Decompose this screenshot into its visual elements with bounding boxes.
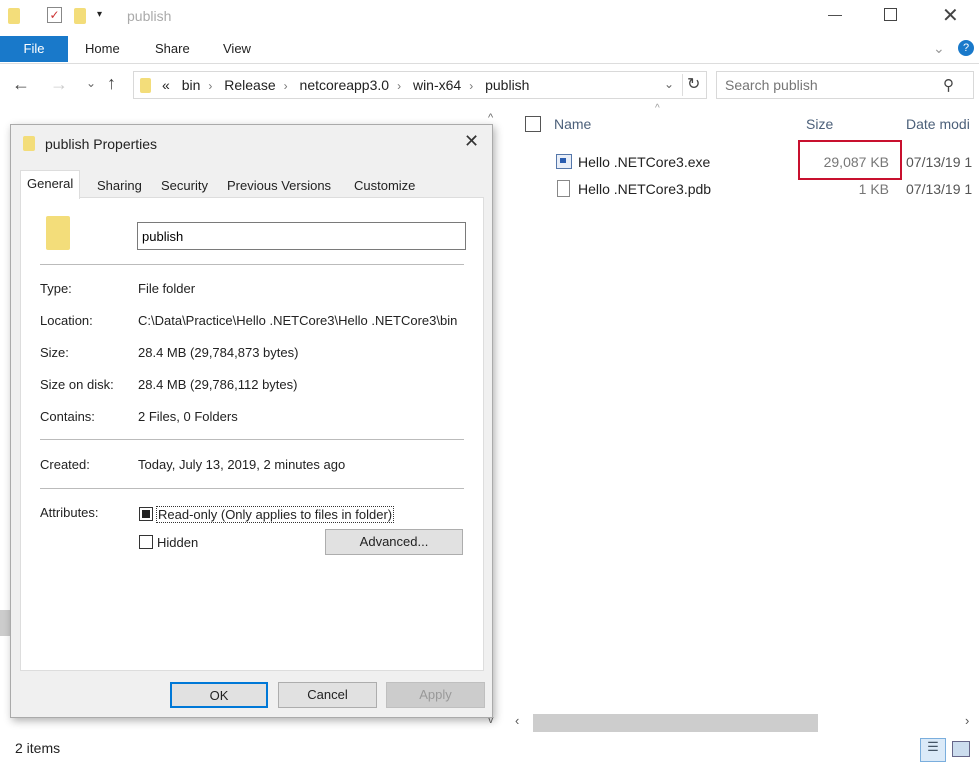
help-icon[interactable]: ? — [958, 40, 974, 56]
location-value: C:\Data\Practice\Hello .NETCore3\Hello .… — [138, 313, 458, 328]
select-all-checkbox[interactable] — [525, 116, 541, 132]
size-on-disk-label: Size on disk: — [40, 377, 114, 392]
tab-security[interactable]: Security — [155, 173, 214, 199]
properties-dialog: publish Properties ✕ General Sharing Sec… — [10, 124, 493, 718]
tab-view[interactable]: View — [223, 36, 251, 62]
ok-button[interactable]: OK — [170, 682, 268, 708]
apply-button[interactable]: Apply — [386, 682, 485, 708]
dialog-close-button[interactable]: ✕ — [464, 131, 479, 152]
file-date: 07/13/19 1 — [906, 181, 973, 197]
properties-icon[interactable]: ✓ — [47, 7, 62, 23]
forward-button[interactable]: → — [50, 74, 68, 95]
close-button[interactable]: ✕ — [942, 3, 959, 28]
sort-indicator-icon: ^ — [655, 103, 660, 114]
large-icons-view-button[interactable] — [952, 741, 970, 757]
crumb-publish[interactable]: publish — [485, 77, 529, 93]
search-icon: ⚲ — [943, 77, 954, 94]
type-value: File folder — [138, 281, 196, 296]
scroll-right-button[interactable]: › — [965, 713, 969, 728]
file-name: Hello .NETCore3.exe — [578, 154, 711, 170]
scroll-left-button[interactable]: ‹ — [515, 713, 519, 728]
size-label: Size: — [40, 345, 69, 360]
search-box[interactable]: ⚲ — [716, 71, 974, 99]
column-name[interactable]: Name — [554, 116, 591, 132]
column-size[interactable]: Size — [806, 116, 833, 132]
up-button[interactable]: ↑ — [107, 73, 116, 94]
tab-file[interactable]: File — [0, 36, 68, 62]
readonly-checkbox[interactable] — [139, 507, 153, 521]
status-item-count: 2 items — [15, 740, 61, 756]
size-on-disk-value: 28.4 MB (29,786,112 bytes) — [138, 377, 298, 392]
cancel-button[interactable]: Cancel — [278, 682, 377, 708]
file-size: 1 KB — [858, 181, 889, 197]
tab-general[interactable]: General — [20, 170, 81, 199]
back-button[interactable]: ← — [12, 74, 30, 95]
crumb-bin[interactable]: bin — [182, 77, 201, 93]
address-bar[interactable]: « bin › Release › netcoreapp3.0 › win-x64 › … — [133, 71, 707, 99]
large-folder-icon — [46, 216, 70, 250]
tab-customize[interactable]: Customize — [348, 173, 421, 199]
minimize-button[interactable]: — — [828, 6, 842, 22]
tab-sharing[interactable]: Sharing — [91, 173, 148, 199]
size-value: 28.4 MB (29,784,873 bytes) — [138, 345, 299, 360]
address-dropdown-icon[interactable]: ⌄ — [664, 77, 674, 91]
created-label: Created: — [40, 457, 90, 472]
type-label: Type: — [40, 281, 72, 296]
expand-ribbon-icon[interactable]: ⌄ — [933, 40, 945, 57]
tab-previous-versions[interactable]: Previous Versions — [221, 173, 337, 199]
window-title: publish — [127, 8, 172, 24]
crumb-release[interactable]: Release — [224, 77, 275, 93]
nav-scroll-up[interactable]: ^ — [488, 112, 493, 124]
attributes-label: Attributes: — [40, 505, 99, 520]
details-view-button[interactable]: ☰ — [920, 738, 946, 762]
file-date: 07/13/19 1 — [906, 154, 973, 170]
contains-value: 2 Files, 0 Folders — [138, 409, 238, 424]
created-value: Today, July 13, 2019, 2 minutes ago — [138, 457, 346, 472]
exe-icon — [556, 154, 572, 169]
crumb-win-x64[interactable]: win-x64 — [413, 77, 461, 93]
crumb-netcoreapp[interactable]: netcoreapp3.0 — [300, 77, 390, 93]
file-row[interactable]: Hello .NETCore3.pdb 1 KB 07/13/19 1 — [554, 180, 979, 201]
file-icon — [557, 180, 570, 197]
general-panel: Type: File folder Location: C:\Data\Prac… — [20, 197, 484, 671]
readonly-label[interactable]: Read-only (Only applies to files in fold… — [156, 506, 395, 523]
hidden-label[interactable]: Hidden — [157, 535, 198, 550]
overflow-crumb[interactable]: « — [162, 77, 170, 93]
file-row[interactable]: Hello .NETCore3.exe 29,087 KB 07/13/19 1 — [554, 154, 979, 174]
advanced-button[interactable]: Advanced... — [325, 529, 463, 555]
location-label: Location: — [40, 313, 93, 328]
folder-icon — [23, 136, 35, 151]
dialog-title: publish Properties — [45, 136, 158, 152]
hidden-checkbox[interactable] — [139, 535, 153, 549]
tab-share[interactable]: Share — [155, 36, 190, 62]
horizontal-scroll-thumb[interactable] — [533, 714, 818, 732]
folder-icon — [140, 78, 151, 93]
search-input[interactable] — [725, 77, 935, 93]
new-folder-icon[interactable] — [74, 8, 86, 24]
contains-label: Contains: — [40, 409, 95, 424]
maximize-button[interactable] — [884, 8, 897, 21]
folder-name-input[interactable] — [137, 222, 466, 250]
column-date[interactable]: Date modi — [906, 116, 970, 132]
refresh-button[interactable]: ↻ — [682, 74, 700, 96]
recent-locations-button[interactable]: ⌄ — [86, 76, 96, 90]
file-size: 29,087 KB — [823, 154, 889, 170]
file-name: Hello .NETCore3.pdb — [578, 181, 712, 197]
nav-scrollbar[interactable] — [0, 610, 10, 636]
folder-icon — [8, 8, 20, 24]
customize-toolbar-icon[interactable]: ▾ — [97, 9, 102, 20]
tab-home[interactable]: Home — [85, 36, 120, 62]
